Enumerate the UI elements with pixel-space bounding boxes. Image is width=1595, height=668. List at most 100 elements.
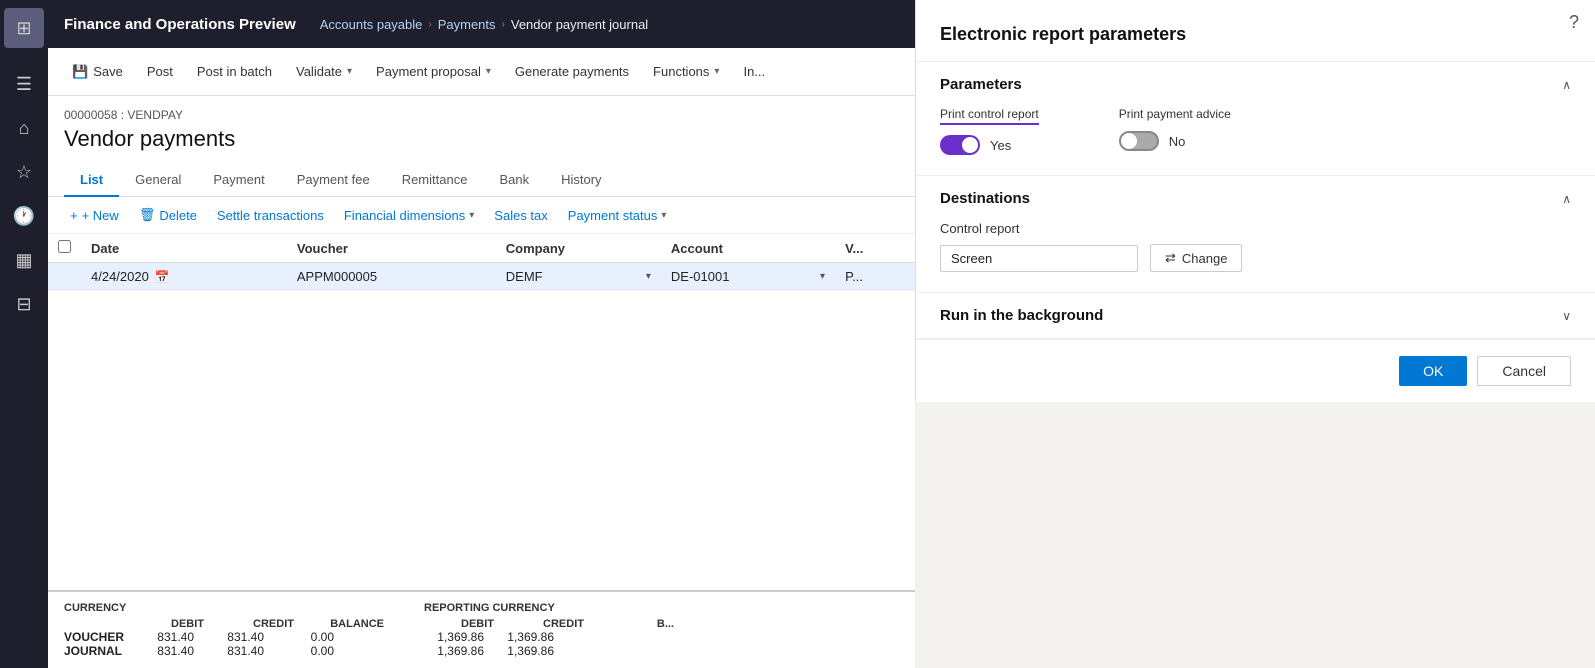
- validate-button[interactable]: Validate ▾: [284, 48, 364, 96]
- print-advice-group: Print payment advice No: [1119, 107, 1231, 155]
- journal-area: 00000058 : VENDPAY Vendor payments List …: [48, 96, 915, 668]
- parameters-section-header[interactable]: Parameters ∧: [916, 62, 1595, 107]
- post-batch-button[interactable]: Post in batch: [185, 48, 284, 96]
- destinations-title: Destinations: [940, 190, 1030, 207]
- destinations-section-header[interactable]: Destinations ∧: [916, 176, 1595, 221]
- row-account: DE-01001 ▾: [661, 263, 835, 291]
- print-control-group: Print control report Yes: [940, 107, 1039, 155]
- row-voucher: APPM000005: [287, 263, 496, 291]
- print-advice-label: Print payment advice: [1119, 107, 1231, 121]
- print-control-toggle[interactable]: [940, 135, 980, 155]
- functions-chevron: ▾: [714, 66, 719, 77]
- currency-block: CURRENCY DEBIT CREDIT BALANCE VOUCHER 83…: [64, 602, 384, 658]
- sidebar: ⊞ ☰ ⌂ ☆ 🕐 ▦ ⊟: [0, 0, 48, 668]
- tab-payment-fee[interactable]: Payment fee: [281, 164, 386, 197]
- settle-button[interactable]: Settle transactions: [207, 204, 334, 227]
- payment-status-button[interactable]: Payment status ▾: [558, 204, 677, 227]
- modules-icon[interactable]: ⊟: [4, 284, 44, 324]
- change-button[interactable]: ⇄ Change: [1150, 244, 1242, 272]
- breadcrumb-journal: Vendor payment journal: [511, 17, 648, 32]
- parameters-section: Parameters ∧ Print control report Yes: [916, 62, 1595, 176]
- calendar-icon[interactable]: 📅: [155, 270, 170, 284]
- toggle-row-group: Print control report Yes Print payment a…: [940, 107, 1571, 155]
- debit-head: DEBIT: [134, 618, 204, 630]
- breadcrumb: Accounts payable › Payments › Vendor pay…: [320, 17, 648, 32]
- tab-payment[interactable]: Payment: [197, 164, 280, 197]
- col-checkbox: [48, 234, 81, 263]
- hamburger-icon[interactable]: ☰: [4, 64, 44, 104]
- fin-dim-chevron: ▾: [469, 210, 474, 221]
- panel-footer: OK Cancel: [916, 339, 1595, 402]
- parameters-chevron: ∧: [1562, 78, 1571, 92]
- new-icon: +: [70, 208, 78, 223]
- tab-bank[interactable]: Bank: [483, 164, 545, 197]
- col-extra: V...: [835, 234, 915, 263]
- recent-icon[interactable]: 🕐: [4, 196, 44, 236]
- cancel-button[interactable]: Cancel: [1477, 356, 1571, 386]
- sales-tax-button[interactable]: Sales tax: [484, 204, 557, 227]
- journal-header: 00000058 : VENDPAY Vendor payments: [48, 96, 915, 164]
- journal-rep-row: 1,369.86 1,369.86: [424, 644, 674, 658]
- delete-button[interactable]: 🗑 Delete: [129, 203, 207, 227]
- destinations-section: Destinations ∧ Control report ⇄ Change: [916, 176, 1595, 293]
- rep-debit-head: DEBIT: [424, 618, 494, 630]
- table-row[interactable]: 4/24/2020 📅 APPM000005 DEMF ▾: [48, 263, 915, 291]
- journal-id: 00000058 : VENDPAY: [64, 108, 899, 122]
- dest-row: ⇄ Change: [940, 244, 1571, 272]
- screen-input[interactable]: [940, 245, 1138, 272]
- breadcrumb-sep2: ›: [502, 19, 505, 30]
- journal-row: JOURNAL 831.40 831.40 0.00: [64, 644, 384, 658]
- rep-credit-head: CREDIT: [514, 618, 584, 630]
- table-wrap: Date Voucher Company Account V... 4/24/2…: [48, 234, 915, 590]
- tab-remittance[interactable]: Remittance: [386, 164, 484, 197]
- col-date: Date: [81, 234, 287, 263]
- control-report-label: Control report: [940, 221, 1571, 236]
- account-dropdown-icon[interactable]: ▾: [820, 271, 825, 282]
- tab-list[interactable]: List: [64, 164, 119, 197]
- col-company: Company: [496, 234, 661, 263]
- apps-icon[interactable]: ⊞: [4, 8, 44, 48]
- rep-balance-head: B...: [604, 618, 674, 630]
- favorites-icon[interactable]: ☆: [4, 152, 44, 192]
- functions-button[interactable]: Functions ▾: [641, 48, 731, 96]
- tab-general[interactable]: General: [119, 164, 197, 197]
- fin-dim-button[interactable]: Financial dimensions ▾: [334, 204, 484, 227]
- journal-title: Vendor payments: [64, 126, 899, 152]
- toolbar: 💾 Save Post Post in batch Validate ▾ Pay…: [48, 48, 915, 96]
- destinations-body: Control report ⇄ Change: [916, 221, 1595, 292]
- toggle-knob-off: [1121, 133, 1137, 149]
- parameters-title: Parameters: [940, 76, 1022, 93]
- breadcrumb-sep1: ›: [428, 19, 431, 30]
- row-date: 4/24/2020 📅: [81, 263, 287, 291]
- main-content: Finance and Operations Preview Accounts …: [48, 0, 915, 668]
- post-button[interactable]: Post: [135, 48, 185, 96]
- reporting-currency-title: REPORTING CURRENCY: [424, 602, 674, 614]
- inquiry-button[interactable]: In...: [731, 48, 777, 96]
- payment-proposal-button[interactable]: Payment proposal ▾: [364, 48, 503, 96]
- help-icon[interactable]: ?: [1569, 12, 1579, 33]
- run-background-section-header[interactable]: Run in the background ∨: [916, 293, 1595, 339]
- breadcrumb-payments[interactable]: Payments: [438, 17, 496, 32]
- tab-history[interactable]: History: [545, 164, 617, 197]
- row-extra: P...: [835, 263, 915, 291]
- save-button[interactable]: 💾 Save: [60, 48, 135, 96]
- select-all-checkbox[interactable]: [58, 240, 71, 253]
- print-advice-toggle[interactable]: [1119, 131, 1159, 151]
- delete-icon: 🗑: [139, 207, 156, 223]
- home-icon[interactable]: ⌂: [4, 108, 44, 148]
- company-dropdown-icon[interactable]: ▾: [646, 271, 651, 282]
- destinations-chevron: ∧: [1562, 192, 1571, 206]
- breadcrumb-accounts[interactable]: Accounts payable: [320, 17, 423, 32]
- topbar: Finance and Operations Preview Accounts …: [48, 0, 915, 48]
- tabs: List General Payment Payment fee Remitta…: [48, 164, 915, 197]
- app-title: Finance and Operations Preview: [64, 16, 296, 33]
- print-control-value: Yes: [990, 138, 1011, 153]
- currency-title: CURRENCY: [64, 602, 384, 614]
- reporting-currency-block: REPORTING CURRENCY DEBIT CREDIT B... 1,3…: [424, 602, 674, 658]
- generate-payments-button[interactable]: Generate payments: [503, 48, 641, 96]
- dashboard-icon[interactable]: ▦: [4, 240, 44, 280]
- right-panel: Electronic report parameters ? Parameter…: [915, 0, 1595, 402]
- right-panel-wrapper: Electronic report parameters ? Parameter…: [915, 0, 1595, 668]
- ok-button[interactable]: OK: [1399, 356, 1467, 386]
- new-button[interactable]: + + New: [60, 204, 129, 227]
